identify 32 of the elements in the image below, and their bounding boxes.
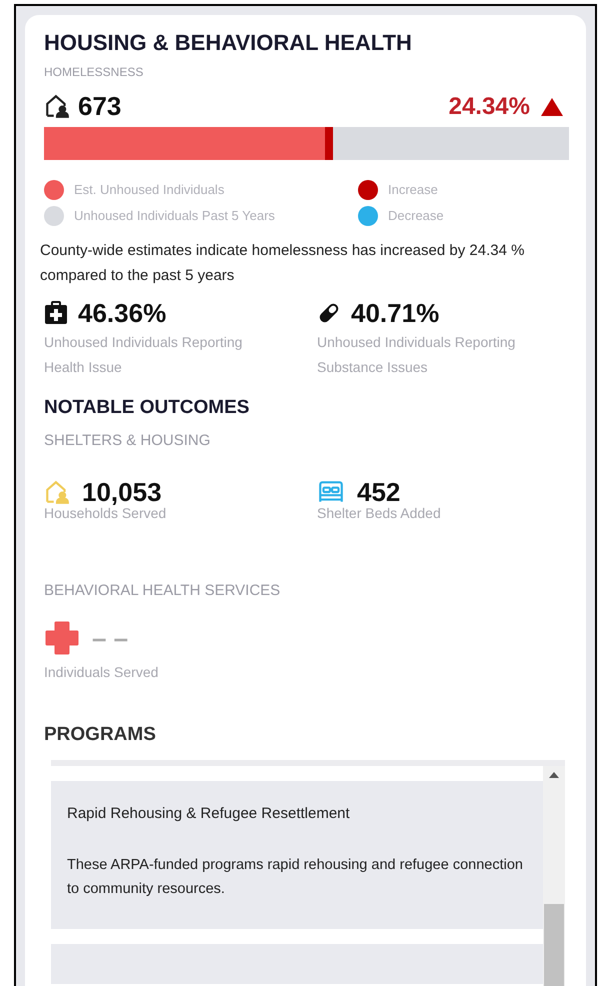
section-heading: HOMELESSNESS <box>44 64 144 80</box>
section-heading: BEHAVIORAL HEALTH SERVICES <box>44 580 282 600</box>
legend-label: Unhoused Individuals Past 5 Years <box>74 206 275 225</box>
card-title: HOUSING & BEHAVIORAL HEALTH <box>44 29 413 56</box>
program-description: These ARPA-funded programs rapid rehousing and refugee connection to community resources. <box>67 856 524 899</box>
section-heading: SHELTERS & HOUSING <box>44 431 212 451</box>
program-name: Rapid Rehousing & Refugee Resettlement <box>67 804 351 824</box>
summary-text: County-wide estimates indicate homelessness has increased by 24.34 % compared to the past 5 years <box>40 240 526 286</box>
stat-label: Households Served <box>44 504 168 522</box>
stat-label: Unhoused Individuals Reporting Substance Issues <box>317 332 516 376</box>
stat-label: Unhoused Individuals Reporting Health Issue <box>44 332 244 376</box>
change-value: 24.34% <box>448 94 530 118</box>
stat-value: 40.71% <box>351 300 440 326</box>
cross-icon <box>44 620 80 656</box>
scrollbar-thumb[interactable] <box>544 904 564 986</box>
count-value: 673 <box>78 92 122 118</box>
legend-label: Est. Unhoused Individuals <box>74 180 224 199</box>
stat-value: 10,053 <box>82 478 162 504</box>
medical-kit-icon <box>44 300 68 326</box>
house-person-icon <box>44 478 70 504</box>
legend-label: Increase <box>388 180 438 199</box>
section-title: PROGRAMS <box>44 723 157 747</box>
bed-icon <box>317 480 345 504</box>
section-title: NOTABLE OUTCOMES <box>44 396 250 420</box>
stat-value: – – <box>92 625 128 651</box>
scroll-up-icon <box>549 772 559 778</box>
house-person-icon <box>44 92 70 118</box>
stat-label: Shelter Beds Added <box>317 504 442 522</box>
stat-label: Individuals Served <box>44 663 160 682</box>
stat-value: 452 <box>357 478 400 504</box>
legend-label: Decrease <box>388 206 444 225</box>
stat-value: 46.36% <box>78 300 166 326</box>
